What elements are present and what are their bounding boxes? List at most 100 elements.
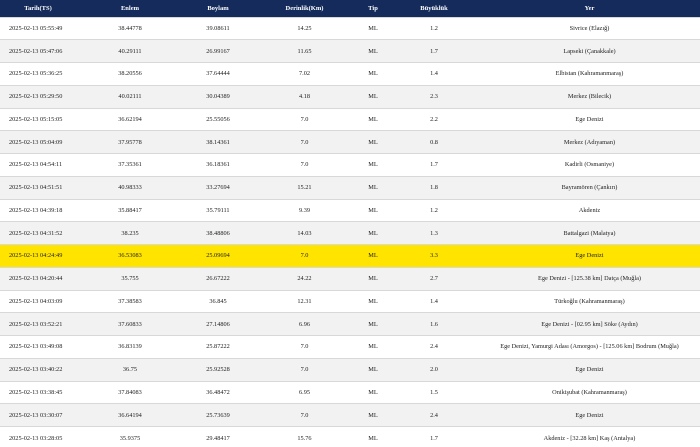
cell-depth: 14.03 <box>252 221 357 245</box>
cell-longitude: 25.87222 <box>184 335 252 359</box>
cell-magnitude: 2.0 <box>389 357 479 381</box>
table-row[interactable]: 2025-02-13 04:54:11 37.35361 36.18361 7.0 ML… <box>0 153 700 177</box>
cell-longitude: 25.55056 <box>184 107 252 131</box>
cell-magnitude: 2.4 <box>389 335 479 359</box>
cell-date: 2025-02-13 04:03:09 <box>0 289 76 313</box>
table-body: 2025-02-13 05:55:49 38.44778 39.08611 14.25… <box>0 16 700 447</box>
header-depth[interactable]: Derinlik(Km) <box>252 0 357 17</box>
cell-longitude: 29.48417 <box>184 426 252 447</box>
cell-longitude: 35.79111 <box>184 198 252 222</box>
cell-magnitude: 1.6 <box>389 312 479 336</box>
cell-depth: 7.0 <box>252 403 357 427</box>
cell-depth: 9.39 <box>252 198 357 222</box>
cell-latitude: 40.29111 <box>76 39 184 63</box>
cell-date: 2025-02-13 03:52:21 <box>0 312 76 336</box>
table-row[interactable]: 2025-02-13 05:29:50 40.02111 30.04389 4.18 M… <box>0 84 700 108</box>
cell-date: 2025-02-13 03:30:07 <box>0 403 76 427</box>
cell-latitude: 38.20556 <box>76 62 184 86</box>
cell-location: Sivrice (Elazığ) <box>479 16 700 40</box>
header-latitude[interactable]: Enlem <box>76 0 184 17</box>
cell-latitude: 36.53083 <box>76 244 184 268</box>
cell-type: ML <box>357 16 389 40</box>
cell-magnitude: 1.7 <box>389 426 479 447</box>
table-row[interactable]: 2025-02-13 04:20:44 35.755 26.67222 24.22 ML… <box>0 266 700 290</box>
cell-magnitude: 3.3 <box>389 244 479 268</box>
cell-type: ML <box>357 84 389 108</box>
cell-type: ML <box>357 198 389 222</box>
cell-location: Akdeniz <box>479 198 700 222</box>
cell-latitude: 37.95778 <box>76 130 184 154</box>
cell-location: Kadirli (Osmaniye) <box>479 153 700 177</box>
table-row[interactable]: 2025-02-13 05:36:25 38.20556 37.64444 7.02 M… <box>0 62 700 86</box>
cell-depth: 7.0 <box>252 153 357 177</box>
cell-magnitude: 1.4 <box>389 62 479 86</box>
cell-latitude: 36.62194 <box>76 107 184 131</box>
table-header: Tarih(TS) Enlem Boylam Derinlik(Km) Tip … <box>0 0 700 17</box>
table-row[interactable]: 2025-02-13 04:51:51 40.98333 33.27694 15.21… <box>0 175 700 199</box>
cell-depth: 4.18 <box>252 84 357 108</box>
cell-depth: 6.96 <box>252 312 357 336</box>
cell-magnitude: 2.2 <box>389 107 479 131</box>
table-row[interactable]: 2025-02-13 04:03:09 37.38583 36.845 12.31 ML… <box>0 289 700 313</box>
cell-magnitude: 1.7 <box>389 39 479 63</box>
cell-date: 2025-02-13 05:04:09 <box>0 130 76 154</box>
header-type[interactable]: Tip <box>357 0 389 17</box>
cell-location: Ege Denizi <box>479 244 700 268</box>
cell-location: Onikişubat (Kahramanmaraş) <box>479 380 700 404</box>
cell-date: 2025-02-13 03:28:05 <box>0 426 76 447</box>
cell-longitude: 36.18361 <box>184 153 252 177</box>
cell-type: ML <box>357 403 389 427</box>
table-row[interactable]: 2025-02-13 03:49:08 36.83139 25.87222 7.0 ML… <box>0 335 700 359</box>
header-magnitude[interactable]: Büyüklük <box>389 0 479 17</box>
table-row[interactable]: 2025-02-13 04:39:18 35.88417 35.79111 9.39 M… <box>0 198 700 222</box>
cell-latitude: 37.38583 <box>76 289 184 313</box>
cell-latitude: 36.83139 <box>76 335 184 359</box>
cell-location: Ege Denizi <box>479 357 700 381</box>
cell-location: Battalgazi (Malatya) <box>479 221 700 245</box>
cell-date: 2025-02-13 04:51:51 <box>0 175 76 199</box>
cell-longitude: 33.27694 <box>184 175 252 199</box>
cell-latitude: 37.35361 <box>76 153 184 177</box>
cell-date: 2025-02-13 03:40:22 <box>0 357 76 381</box>
cell-latitude: 35.88417 <box>76 198 184 222</box>
cell-magnitude: 2.3 <box>389 84 479 108</box>
table-row[interactable]: 2025-02-13 03:38:45 37.84083 36.48472 6.95 M… <box>0 380 700 404</box>
table-row[interactable]: 2025-02-13 03:30:07 36.64194 25.73639 7.0 ML… <box>0 403 700 427</box>
cell-type: ML <box>357 130 389 154</box>
cell-date: 2025-02-13 04:31:52 <box>0 221 76 245</box>
table-row[interactable]: 2025-02-13 05:04:09 37.95778 38.14361 7.0 ML… <box>0 130 700 154</box>
header-longitude[interactable]: Boylam <box>184 0 252 17</box>
cell-latitude: 36.64194 <box>76 403 184 427</box>
cell-date: 2025-02-13 03:49:08 <box>0 335 76 359</box>
table-row[interactable]: 2025-02-13 03:28:05 35.9375 29.48417 15.76 M… <box>0 426 700 447</box>
header-location[interactable]: Yer <box>479 0 700 17</box>
table-row[interactable]: 2025-02-13 05:15:05 36.62194 25.55056 7.0 ML… <box>0 107 700 131</box>
header-date[interactable]: Tarih(TS) <box>0 0 76 17</box>
cell-location: Bayramören (Çankırı) <box>479 175 700 199</box>
cell-magnitude: 1.2 <box>389 16 479 40</box>
cell-longitude: 30.04389 <box>184 84 252 108</box>
cell-longitude: 27.14806 <box>184 312 252 336</box>
cell-latitude: 35.9375 <box>76 426 184 447</box>
cell-type: ML <box>357 221 389 245</box>
cell-date: 2025-02-13 04:24:49 <box>0 244 76 268</box>
cell-magnitude: 1.2 <box>389 198 479 222</box>
cell-type: ML <box>357 244 389 268</box>
table-row[interactable]: 2025-02-13 03:52:21 37.60833 27.14806 6.96 M… <box>0 312 700 336</box>
cell-longitude: 36.845 <box>184 289 252 313</box>
cell-depth: 15.76 <box>252 426 357 447</box>
cell-date: 2025-02-13 05:47:06 <box>0 39 76 63</box>
cell-depth: 12.31 <box>252 289 357 313</box>
table-row[interactable]: 2025-02-13 05:47:06 40.29111 26.99167 11.65… <box>0 39 700 63</box>
cell-type: ML <box>357 335 389 359</box>
cell-magnitude: 1.4 <box>389 289 479 313</box>
table-row[interactable]: 2025-02-13 03:40:22 36.75 25.92528 7.0 ML 2.0… <box>0 357 700 381</box>
cell-date: 2025-02-13 05:29:50 <box>0 84 76 108</box>
cell-depth: 15.21 <box>252 175 357 199</box>
cell-date: 2025-02-13 05:15:05 <box>0 107 76 131</box>
table-row[interactable]: 2025-02-13 05:55:49 38.44778 39.08611 14.25… <box>0 16 700 40</box>
table-row[interactable]: 2025-02-13 04:31:52 38.235 38.48806 14.03 ML… <box>0 221 700 245</box>
cell-location: Ege Denizi <box>479 107 700 131</box>
cell-depth: 7.0 <box>252 107 357 131</box>
table-row-highlighted[interactable]: 2025-02-13 04:24:49 36.53083 25.09694 7.0 ML… <box>0 244 700 268</box>
